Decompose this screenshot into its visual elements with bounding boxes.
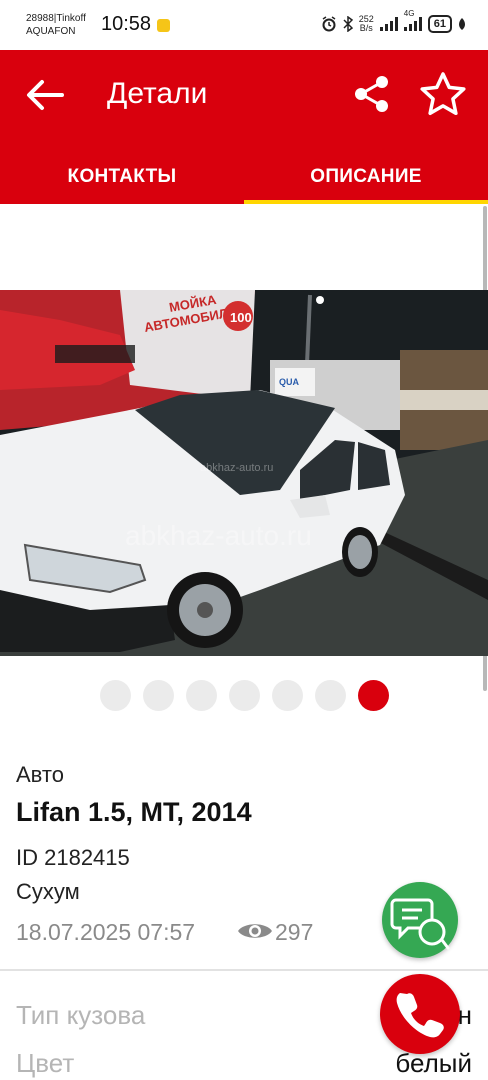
carrier-line1: 28988|Tinkoff xyxy=(26,13,86,24)
listing-category: Авто xyxy=(16,762,64,787)
watermark: abkhaz-auto.ru xyxy=(125,520,312,551)
pagination-dot[interactable] xyxy=(143,680,174,711)
status-icons: 252 B/s 4G 61 xyxy=(321,9,466,33)
network-speed: 252 B/s xyxy=(359,15,374,33)
notification-icon xyxy=(157,19,170,32)
pagination-dot[interactable] xyxy=(315,680,346,711)
pagination-dot-active[interactable] xyxy=(358,680,389,711)
leaf-icon xyxy=(459,18,465,30)
pagination-dot[interactable] xyxy=(229,680,260,711)
watermark-small: abkhaz-auto.ru xyxy=(200,462,274,474)
network-type: 4G xyxy=(403,9,415,18)
property-label-color: Цвет xyxy=(16,1048,75,1078)
tab-description[interactable]: ОПИСАНИЕ xyxy=(244,150,488,204)
star-favorite-icon[interactable] xyxy=(418,70,468,120)
back-arrow-icon[interactable] xyxy=(22,72,68,118)
listing-date: 18.07.2025 07:57 xyxy=(16,919,196,945)
pagination-dot[interactable] xyxy=(100,680,131,711)
car-photo[interactable]: МОЙКА АВТОМОБИЛЯ 100 QUA abkhaz-auto.ru … xyxy=(0,290,488,656)
sign-price: 100 xyxy=(230,310,252,325)
pagination-dot[interactable] xyxy=(272,680,303,711)
eye-icon xyxy=(238,924,272,938)
listing-title: Lifan 1.5, MT, 2014 xyxy=(16,797,252,827)
signal-icon-2 xyxy=(403,17,422,31)
property-label-body-type: Тип кузова xyxy=(16,1000,146,1030)
chat-icon xyxy=(390,898,450,950)
phone-icon xyxy=(396,993,444,1038)
speed-unit: B/s xyxy=(359,23,373,33)
signal-icon xyxy=(379,17,398,31)
app-bar: Детали КОНТАКТЫ ОПИСАНИЕ xyxy=(0,50,488,204)
listing-city: Сухум xyxy=(16,879,80,904)
qualife-sign: QUA xyxy=(279,377,300,387)
carrier-line2: AQUAFON xyxy=(26,26,76,37)
view-count: 297 xyxy=(275,919,314,945)
tab-indicator xyxy=(244,200,488,204)
carrier-info: 28988|Tinkoff AQUAFON xyxy=(26,12,86,38)
divider xyxy=(0,969,488,971)
call-button[interactable] xyxy=(380,974,460,1054)
listing-id: ID 2182415 xyxy=(16,845,130,870)
pagination-dot[interactable] xyxy=(186,680,217,711)
gallery-pagination xyxy=(100,680,389,711)
mobile-signal: 4G xyxy=(403,9,422,31)
share-icon[interactable] xyxy=(352,74,392,114)
page-title: Детали xyxy=(107,77,208,110)
clock: 10:58 xyxy=(101,13,152,35)
chat-button[interactable] xyxy=(382,882,458,958)
status-bar: 28988|Tinkoff AQUAFON 10:58 252 B/s 4G 6… xyxy=(0,0,488,50)
alarm-icon xyxy=(322,16,336,32)
tab-contacts[interactable]: КОНТАКТЫ xyxy=(0,150,244,204)
battery-icon: 61 xyxy=(427,15,452,33)
bluetooth-icon xyxy=(343,16,353,32)
